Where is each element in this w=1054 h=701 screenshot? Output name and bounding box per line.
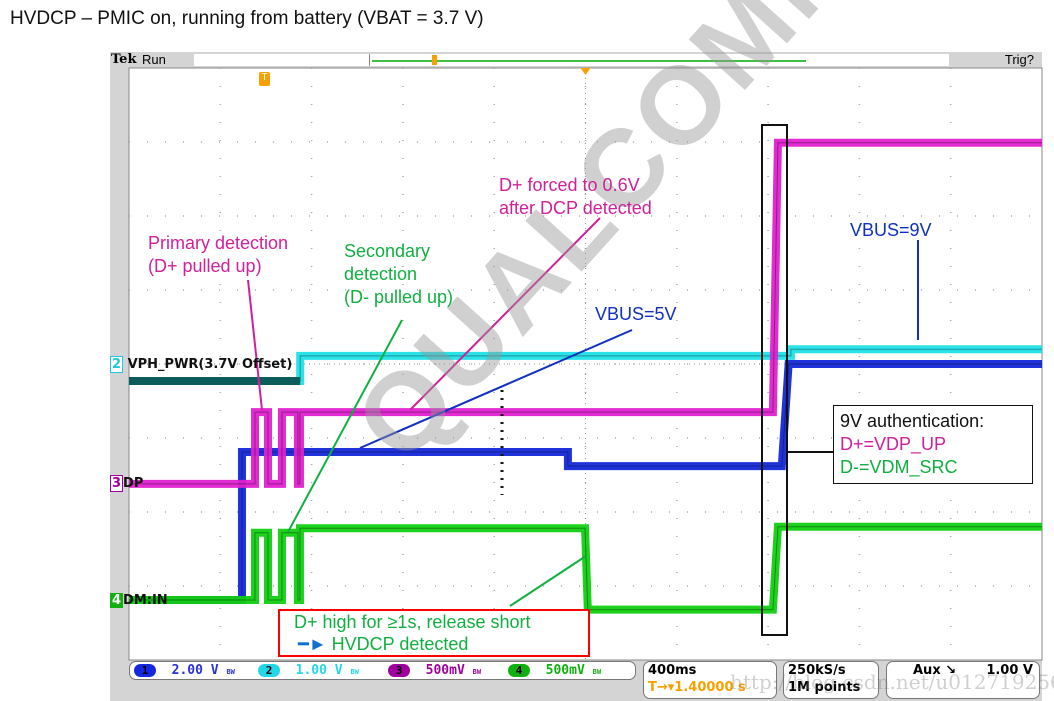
channel-scale-bar: 1 2.00 V BW 2 1.00 V BW 3 500mV BW 4 500… [129, 661, 636, 680]
ch4-trace-label: 4 DM:IN [110, 593, 168, 608]
url-watermark: http://blog.csdn.net/u012719256 [730, 670, 1054, 694]
ch3-scale[interactable]: 3 500mV BW [388, 663, 481, 678]
annotation-vbus-5v: VBUS=5V [595, 304, 677, 324]
timebase-value: 400ms [648, 663, 697, 678]
trigger-position-icon: T→▾ [648, 680, 675, 695]
annotation-vbus-9v: VBUS=9V [850, 220, 932, 240]
ch4-scale[interactable]: 4 500mV BW [508, 663, 601, 678]
annotation-hvdcp-detected: D+ high for ≥1s, release short ━► HVDCP … [278, 609, 590, 657]
annotation-dplus-forced: D+ forced to 0.6V after DCP detected [499, 175, 652, 218]
trigger-marker-icon: T [259, 72, 270, 86]
ch3-trace-label: 3 DP [110, 475, 144, 492]
ch1-scale[interactable]: 1 2.00 V BW [134, 663, 235, 678]
annotation-secondary-detection: Secondary detection (D- pulled up) [344, 241, 454, 307]
annotation-primary-detection: Primary detection (D+ pulled up) [148, 233, 289, 276]
arrow-right-icon: ━► [298, 634, 327, 654]
ch2-scale[interactable]: 2 1.00 V BW [258, 663, 359, 678]
annotation-9v-authentication: 9V authentication: D+=VDP_UP D-=VDM_SRC [833, 405, 1033, 484]
ch2-trace-label: 2 VPH_PWR(3.7V Offset) [110, 356, 293, 373]
